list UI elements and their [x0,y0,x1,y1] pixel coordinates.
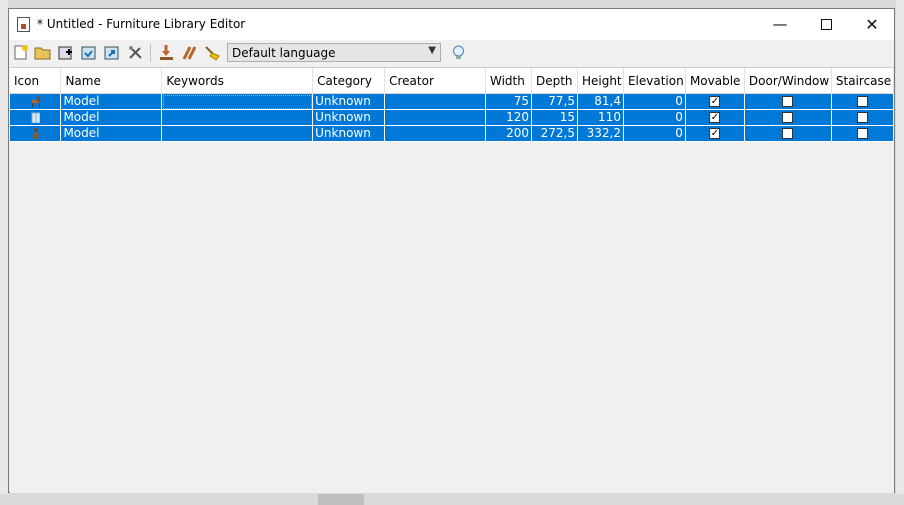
maximize-icon [820,19,832,30]
column-header-keywords[interactable]: Keywords [161,68,314,94]
column-header-icon[interactable]: Icon [10,68,62,94]
toolbar-separator [150,44,151,62]
row-creator-cell[interactable] [384,125,486,142]
close-button[interactable]: ✕ [849,9,895,40]
movable-checkbox[interactable]: ✓ [709,112,721,123]
door-window-checkbox[interactable] [782,128,794,139]
row-name-cell[interactable]: Model [60,125,163,142]
import-icon[interactable] [80,44,97,61]
add-furniture-icon[interactable] [57,44,74,61]
furniture-table: Icon Name Keywords Category Creator Widt… [10,68,895,142]
row-height-cell[interactable]: 81,4 [577,93,624,110]
row-width-cell[interactable]: 75 [485,93,532,110]
column-header-width[interactable]: Width [485,68,532,94]
desktop-background-right [896,0,904,505]
column-header-creator[interactable]: Creator [384,68,486,94]
furniture-library-editor-window: * Untitled - Furniture Library Editor — … [8,8,895,493]
row-name-cell[interactable]: Model [60,93,163,110]
language-select-value: Default language [232,46,336,60]
window-icon [31,112,41,123]
row-keywords-cell[interactable] [161,125,314,142]
minimize-button[interactable]: — [757,9,803,40]
figure-icon [33,128,40,139]
door-window-checkbox[interactable] [782,112,794,123]
row-category-cell[interactable]: Unknown [312,125,386,142]
row-depth-cell[interactable]: 272,5 [531,125,578,142]
staircase-checkbox[interactable] [856,128,868,139]
table-header-row: Icon Name Keywords Category Creator Widt… [10,68,895,94]
column-header-height[interactable]: Height [577,68,624,94]
table-row[interactable]: Model Unknown 75 77,5 81,4 0 ✓ [10,93,895,110]
row-movable-cell[interactable]: ✓ [685,109,745,126]
row-width-cell[interactable]: 120 [485,109,532,126]
row-movable-cell[interactable]: ✓ [685,125,745,142]
row-width-cell[interactable]: 200 [485,125,532,142]
row-icon-cell[interactable] [10,125,62,142]
toolbar: Default language ▼ [9,40,894,66]
row-door-window-cell[interactable] [744,93,832,110]
furniture-table-area: Icon Name Keywords Category Creator Widt… [10,67,895,493]
row-category-cell[interactable]: Unknown [312,109,386,126]
movable-checkbox[interactable]: ✓ [709,96,721,107]
minimize-icon: — [772,15,788,33]
row-category-cell[interactable]: Unknown [312,93,386,110]
table-row[interactable]: Model Unknown 120 15 110 0 ✓ [10,109,895,126]
background-window-chip [318,494,364,505]
movable-checkbox[interactable]: ✓ [709,128,721,139]
row-door-window-cell[interactable] [744,109,832,126]
row-creator-cell[interactable] [384,109,486,126]
row-elevation-cell[interactable]: 0 [623,93,686,110]
desktop-background-left [0,0,8,505]
desktop-background-bottom [0,494,904,505]
window-title: * Untitled - Furniture Library Editor [37,17,246,31]
new-library-icon[interactable] [12,44,29,61]
staircase-checkbox[interactable] [856,112,868,123]
table-row[interactable]: Model Unknown 200 272,5 332,2 0 ✓ [10,125,895,142]
open-icon[interactable] [34,44,51,61]
maximize-button[interactable] [803,9,849,40]
row-height-cell[interactable]: 110 [577,109,624,126]
row-height-cell[interactable]: 332,2 [577,125,624,142]
row-movable-cell[interactable]: ✓ [685,93,745,110]
language-select[interactable]: Default language ▼ [227,43,441,62]
import-furniture-icon[interactable] [158,44,175,61]
title-bar[interactable]: * Untitled - Furniture Library Editor — … [9,9,894,40]
close-icon: ✕ [865,15,879,34]
row-staircase-cell[interactable] [831,125,895,142]
row-name-cell[interactable]: Model [60,109,163,126]
clean-icon[interactable] [204,44,221,61]
row-icon-cell[interactable] [10,109,62,126]
door-window-checkbox[interactable] [782,96,794,107]
row-elevation-cell[interactable]: 0 [623,109,686,126]
row-icon-cell[interactable] [10,93,62,110]
column-header-staircase[interactable]: Staircase [831,68,895,94]
app-icon [17,17,30,32]
column-header-door-window[interactable]: Door/Window [744,68,832,94]
column-header-category[interactable]: Category [312,68,386,94]
column-header-movable[interactable]: Movable [685,68,745,94]
modify-icon[interactable] [181,44,198,61]
row-door-window-cell[interactable] [744,125,832,142]
column-header-elevation[interactable]: Elevation [623,68,686,94]
row-depth-cell[interactable]: 77,5 [531,93,578,110]
preferences-icon[interactable] [127,44,144,61]
chevron-down-icon: ▼ [428,45,436,56]
row-staircase-cell[interactable] [831,93,895,110]
row-keywords-cell[interactable] [161,93,314,110]
help-icon[interactable] [450,44,467,61]
column-header-name[interactable]: Name [60,68,163,94]
export-icon[interactable] [103,44,120,61]
row-elevation-cell[interactable]: 0 [623,125,686,142]
row-depth-cell[interactable]: 15 [531,109,578,126]
row-creator-cell[interactable] [384,93,486,110]
row-staircase-cell[interactable] [831,109,895,126]
row-keywords-cell[interactable] [161,109,314,126]
chair-icon [32,96,41,107]
staircase-checkbox[interactable] [856,96,868,107]
column-header-depth[interactable]: Depth [531,68,578,94]
